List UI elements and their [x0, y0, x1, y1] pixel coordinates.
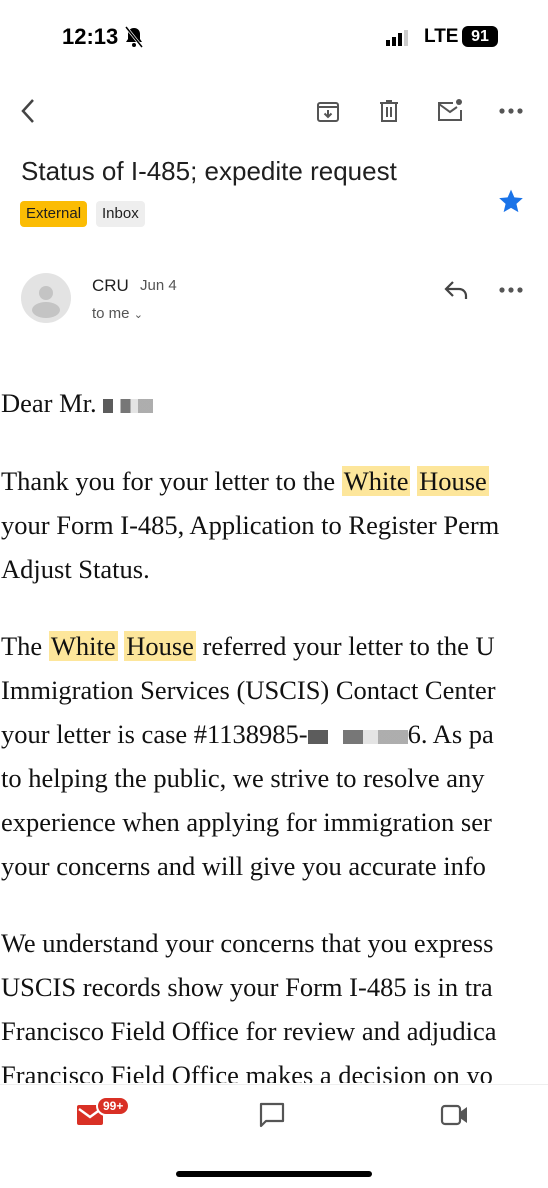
delete-icon[interactable]: [373, 95, 405, 127]
mark-unread-icon[interactable]: [434, 95, 466, 127]
body-line: Francisco Field Office makes a decision …: [1, 1055, 493, 1083]
search-highlight: House: [417, 466, 489, 496]
label-external[interactable]: External: [20, 201, 88, 227]
body-line: your letter is case #1138985- 6. As pa: [1, 714, 494, 754]
body-text: Adjust Status.: [1, 554, 150, 584]
back-icon[interactable]: [12, 95, 44, 127]
sender-name[interactable]: CRU: [92, 276, 129, 296]
battery-indicator: 91: [462, 26, 498, 47]
body-text: Thank you for your letter to the: [1, 466, 342, 496]
search-highlight: House: [124, 631, 196, 661]
email-subject: Status of I-485; expedite request: [21, 156, 397, 186]
body-text: your concerns and will give you accurate…: [1, 851, 486, 881]
body-text: USCIS records show your Form I-485 is in…: [1, 972, 493, 1002]
recipient-text: to me: [92, 305, 130, 322]
avatar[interactable]: [21, 273, 71, 323]
archive-icon[interactable]: [312, 95, 344, 127]
silent-bell-icon: [124, 26, 144, 53]
body-text: your Form I-485, Application to Register…: [1, 510, 500, 540]
clock: 12:13: [62, 24, 119, 49]
body-line: your Form I-485, Application to Register…: [1, 505, 499, 545]
star-icon[interactable]: [495, 185, 527, 217]
search-highlight: White: [48, 631, 118, 661]
bottom-nav: [0, 1084, 548, 1144]
body-text: Francisco Field Office for review and ad…: [1, 1016, 497, 1046]
body-line: USCIS records show your Form I-485 is in…: [1, 967, 493, 1007]
network-type: LTE: [424, 26, 459, 47]
body-line: We understand your concerns that you exp…: [1, 923, 493, 963]
body-text: experience when applying for immigration…: [1, 807, 492, 837]
body-line: Dear Mr.: [1, 383, 154, 423]
more-icon[interactable]: [495, 95, 527, 127]
body-text: your letter is case #1138985-: [1, 719, 308, 749]
body-text: 6. As pa: [407, 719, 494, 749]
body-text: We understand your concerns that you exp…: [1, 928, 494, 958]
redacted-text: [307, 729, 408, 744]
body-line: Francisco Field Office for review and ad…: [1, 1011, 496, 1051]
unread-badge: 99+: [96, 1096, 131, 1116]
body-line: Thank you for your letter to the White H…: [1, 461, 489, 501]
message-more-icon[interactable]: [495, 274, 527, 306]
chevron-down-icon: ⌄: [133, 309, 143, 321]
home-indicator[interactable]: [176, 1171, 372, 1177]
email-body: Dear Mr. Thank you for your letter to th…: [0, 383, 548, 1083]
meet-icon[interactable]: [439, 1099, 471, 1131]
email-date: Jun 4: [140, 277, 177, 294]
chat-icon[interactable]: [256, 1099, 288, 1131]
body-line: Immigration Services (USCIS) Contact Cen…: [1, 670, 496, 710]
body-text: to helping the public, we strive to reso…: [1, 763, 485, 793]
reply-icon[interactable]: [440, 274, 472, 306]
recipient-details[interactable]: to me ⌄: [92, 305, 143, 322]
search-highlight: White: [341, 466, 411, 496]
body-text: referred your letter to the U: [195, 631, 495, 661]
body-text: The: [1, 631, 49, 661]
body-line: experience when applying for immigration…: [1, 802, 492, 842]
body-line: to helping the public, we strive to reso…: [1, 758, 485, 798]
body-text: Dear Mr.: [1, 388, 104, 418]
body-line: The White House referred your letter to …: [1, 626, 495, 666]
body-line: your concerns and will give you accurate…: [1, 846, 486, 886]
redacted-text: [103, 398, 154, 413]
label-inbox[interactable]: Inbox: [96, 201, 145, 227]
status-bar: 12:13 LTE 91: [0, 24, 548, 52]
body-text: Immigration Services (USCIS) Contact Cen…: [1, 675, 496, 705]
signal-icon: [386, 30, 414, 51]
body-text: Francisco Field Office makes a decision …: [1, 1060, 493, 1083]
body-line: Adjust Status.: [1, 549, 150, 589]
